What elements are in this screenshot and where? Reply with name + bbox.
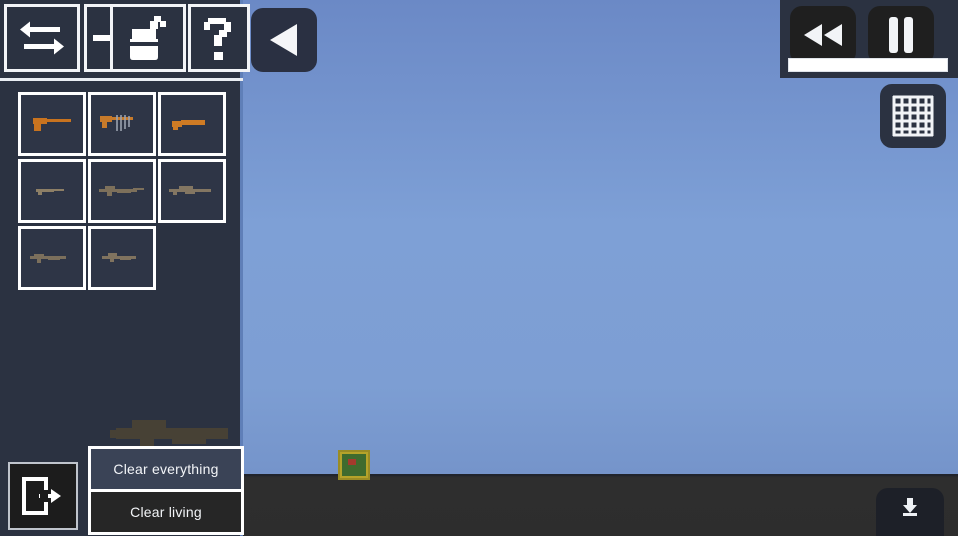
left-sidebar: Clear everything Clear living [0, 0, 250, 536]
weapon-slot-smg-compact[interactable] [18, 159, 86, 223]
weapon-slot-sniper-rifle[interactable] [158, 159, 226, 223]
weapon-slot-pistol[interactable] [18, 92, 86, 156]
submachine-gun-sprite [100, 115, 133, 131]
pause-button[interactable] [868, 6, 934, 64]
weapon-inventory-grid [18, 92, 238, 290]
spray-can-icon [129, 16, 166, 60]
download-button[interactable] [876, 488, 944, 536]
rewind-button[interactable] [790, 6, 856, 64]
clear-button-group: Clear everything Clear living [88, 446, 244, 535]
game-screen: Clear everything Clear living [0, 0, 958, 536]
pause-icon [889, 17, 913, 53]
speed-slider[interactable] [788, 58, 948, 72]
carbine-sprite [102, 253, 136, 262]
grid-icon [892, 95, 934, 137]
collapse-panel-button[interactable] [251, 8, 317, 72]
rewind-icon [804, 24, 842, 46]
clear-living-button[interactable]: Clear living [91, 492, 241, 532]
download-icon [903, 498, 917, 516]
player-marker [348, 459, 356, 465]
player-body [342, 454, 366, 476]
weapon-slot-assault-rifle[interactable] [88, 159, 156, 223]
grid-toggle-button[interactable] [880, 84, 946, 148]
exit-door-icon [22, 477, 61, 515]
weapon-slot-battle-rifle[interactable] [18, 226, 86, 290]
battle-rifle-sprite [30, 254, 66, 263]
triangle-left-icon [270, 24, 297, 56]
weapon-slot-sawed-off-shotgun[interactable] [158, 92, 226, 156]
sniper-rifle-sprite [169, 186, 211, 195]
weapon-slot-submachine-gun[interactable] [88, 92, 156, 156]
assault-rifle-sprite [99, 186, 144, 196]
toolbar-item-swap[interactable] [4, 4, 80, 72]
playback-panel [780, 0, 958, 78]
player-entity[interactable] [338, 450, 370, 480]
toolbar-item-help[interactable] [188, 4, 250, 72]
toolbar [0, 0, 250, 81]
exit-button[interactable] [8, 462, 78, 530]
question-mark-icon [204, 18, 231, 60]
toolbar-divider [0, 78, 243, 81]
pistol-sprite [33, 118, 71, 131]
compact-smg-sprite [36, 189, 64, 195]
clear-everything-button[interactable]: Clear everything [91, 449, 241, 489]
swap-arrows-icon [20, 21, 64, 55]
weapon-slot-carbine[interactable] [88, 226, 156, 290]
toolbar-item-spray[interactable] [110, 4, 186, 72]
sawed-off-shotgun-sprite [172, 120, 205, 130]
